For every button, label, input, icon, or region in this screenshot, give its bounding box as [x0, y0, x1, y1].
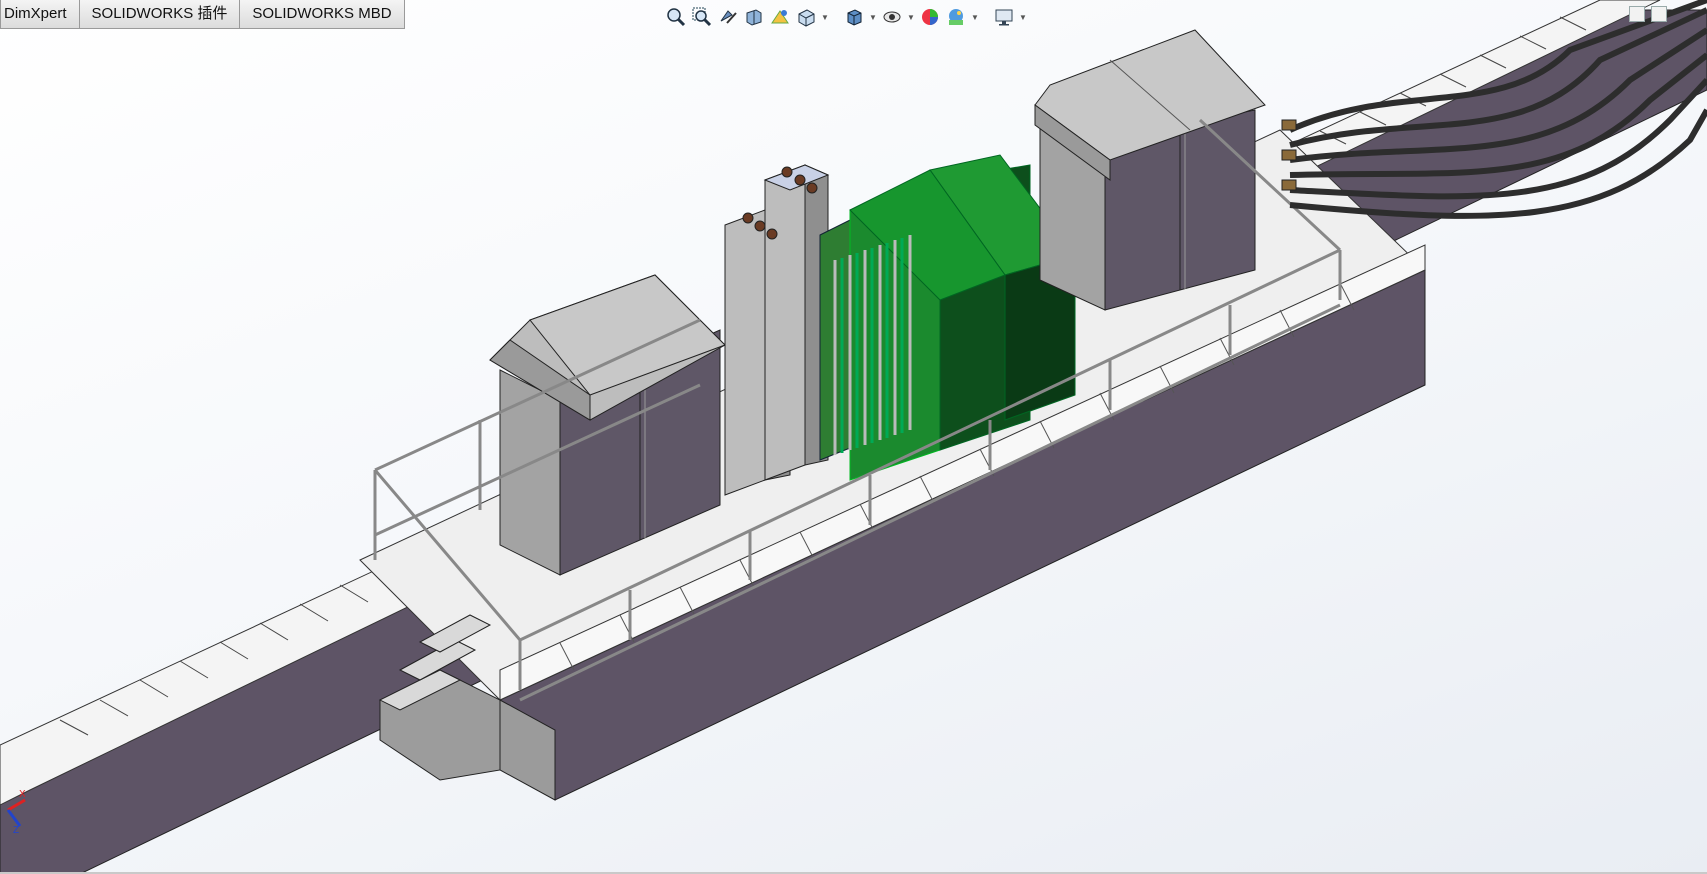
view-settings-icon[interactable] [992, 5, 1016, 29]
view-orientation-icon[interactable] [794, 5, 818, 29]
tab-solidworks-addins[interactable]: SOLIDWORKS 插件 [79, 0, 241, 29]
maximize-viewport-icon[interactable] [1651, 6, 1667, 22]
apply-scene-caret-icon[interactable]: ▼ [970, 5, 980, 29]
section-view-icon[interactable] [742, 5, 766, 29]
edit-appearance-icon[interactable] [918, 5, 942, 29]
display-style-icon[interactable] [842, 5, 866, 29]
model-3d-view[interactable]: X Z [0, 0, 1707, 874]
display-style-caret-icon[interactable]: ▼ [868, 5, 878, 29]
viewport-window-controls [1629, 6, 1667, 22]
command-manager-tabs: DimXpert SOLIDWORKS 插件 SOLIDWORKS MBD [0, 0, 405, 30]
view-settings-caret-icon[interactable]: ▼ [1018, 5, 1028, 29]
dynamic-annotation-icon[interactable] [768, 5, 792, 29]
restore-viewport-icon[interactable] [1629, 6, 1645, 22]
graphics-viewport[interactable]: DimXpert SOLIDWORKS 插件 SOLIDWORKS MBD ▼ … [0, 0, 1707, 874]
apply-scene-icon[interactable] [944, 5, 968, 29]
view-orientation-caret-icon[interactable]: ▼ [820, 5, 830, 29]
triad-x-label: X [19, 789, 26, 800]
zoom-to-fit-icon[interactable] [664, 5, 688, 29]
cable-terminals [1281, 119, 1297, 191]
tab-dimxpert[interactable]: DimXpert [0, 0, 80, 29]
hide-show-items-icon[interactable] [880, 5, 904, 29]
hide-show-caret-icon[interactable]: ▼ [906, 5, 916, 29]
triad-z-label: Z [13, 825, 19, 836]
bushing-tower [724, 164, 830, 496]
heads-up-view-toolbar: ▼ ▼ ▼ ▼ ▼ [664, 4, 1028, 30]
tab-solidworks-mbd[interactable]: SOLIDWORKS MBD [240, 0, 405, 29]
right-switch-cabinet [1034, 29, 1266, 311]
zoom-to-area-icon[interactable] [690, 5, 714, 29]
previous-view-icon[interactable] [716, 5, 740, 29]
